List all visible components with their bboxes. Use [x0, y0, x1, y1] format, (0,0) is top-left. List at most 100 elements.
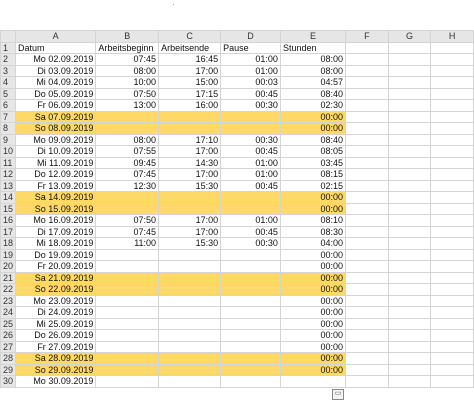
cell-arbeitsende[interactable] — [158, 306, 222, 319]
cell-empty[interactable] — [345, 294, 389, 307]
cell-arbeitsende[interactable] — [158, 248, 222, 261]
cell-empty[interactable] — [430, 202, 474, 215]
cell-datum[interactable]: Mi 04.09.2019 — [15, 76, 97, 89]
cell-empty[interactable] — [345, 191, 389, 204]
cell-arbeitsende[interactable]: 16:00 — [158, 99, 222, 112]
column-header-e[interactable]: E — [279, 30, 347, 43]
cell-empty[interactable] — [387, 122, 432, 135]
cell-pause[interactable]: 00:45 — [220, 179, 281, 192]
row-header[interactable]: 15 — [0, 202, 17, 215]
cell-empty[interactable] — [345, 133, 389, 146]
cell-datum[interactable]: Fr 27.09.2019 — [15, 340, 97, 353]
cell-empty[interactable] — [430, 122, 474, 135]
cell-pause[interactable] — [220, 202, 281, 215]
cell-stunden[interactable]: 00:00 — [279, 294, 347, 307]
cell-pause[interactable] — [220, 283, 281, 296]
paste-options-icon[interactable]: ▭ — [332, 389, 344, 400]
cell-pause[interactable] — [220, 248, 281, 261]
cell-empty[interactable] — [387, 248, 432, 261]
cell-pause-header[interactable]: Pause — [220, 41, 281, 54]
cell-stunden[interactable]: 00:00 — [279, 110, 347, 123]
cell-empty[interactable] — [387, 179, 432, 192]
column-header-f[interactable]: F — [345, 30, 389, 43]
cell-arbeitsbeginn[interactable]: 09:45 — [95, 156, 160, 169]
cell-arbeitsende[interactable]: 17:00 — [158, 168, 222, 181]
cell-arbeitsende[interactable]: 17:00 — [158, 64, 222, 77]
cell-pause[interactable] — [220, 375, 281, 388]
cell-arbeitsende[interactable]: 15:00 — [158, 76, 222, 89]
column-header-c[interactable]: C — [158, 30, 222, 43]
cell-arbeitsbeginn[interactable]: 07:45 — [95, 168, 160, 181]
cell-empty[interactable] — [430, 352, 474, 365]
cell-empty[interactable] — [430, 214, 474, 227]
cell-stunden[interactable]: 00:00 — [279, 283, 347, 296]
cell-empty[interactable] — [387, 64, 432, 77]
cell-stunden[interactable]: 00:00 — [279, 340, 347, 353]
cell-arbeitsende[interactable] — [158, 340, 222, 353]
cell-datum[interactable]: Do 19.09.2019 — [15, 248, 97, 261]
cell-empty[interactable] — [345, 225, 389, 238]
cell-stunden[interactable]: 08:15 — [279, 168, 347, 181]
cell-empty[interactable] — [345, 329, 389, 342]
cell-arbeitsende[interactable]: 14:30 — [158, 156, 222, 169]
cell-stunden-header[interactable]: Stunden — [279, 41, 347, 54]
cell-stunden[interactable]: 00:00 — [279, 363, 347, 376]
row-header[interactable]: 5 — [0, 87, 17, 100]
cell-empty[interactable] — [430, 271, 474, 284]
cell-empty[interactable] — [387, 214, 432, 227]
cell-empty[interactable] — [387, 375, 432, 388]
cell-arbeitsbeginn[interactable]: 07:50 — [95, 87, 160, 100]
row-header[interactable]: 23 — [0, 294, 17, 307]
row-header[interactable]: 6 — [0, 99, 17, 112]
cell-arbeitsende[interactable]: 17:00 — [158, 225, 222, 238]
cell-empty[interactable] — [387, 41, 432, 54]
column-header-g[interactable]: G — [387, 30, 432, 43]
cell-empty[interactable] — [430, 87, 474, 100]
cell-pause[interactable]: 00:45 — [220, 145, 281, 158]
cell-pause[interactable] — [220, 317, 281, 330]
cell-empty[interactable] — [345, 179, 389, 192]
row-header[interactable]: 24 — [0, 306, 17, 319]
cell-arbeitsbeginn[interactable]: 11:00 — [95, 237, 160, 250]
cell-pause[interactable] — [220, 271, 281, 284]
cell-arbeitsbeginn[interactable]: 12:30 — [95, 179, 160, 192]
cell-stunden[interactable]: 08:40 — [279, 87, 347, 100]
cell-empty[interactable] — [430, 41, 474, 54]
cell-datum[interactable]: So 15.09.2019 — [15, 202, 97, 215]
cell-pause[interactable]: 00:30 — [220, 99, 281, 112]
cell-empty[interactable] — [430, 340, 474, 353]
cell-arbeitsbeginn[interactable]: 07:50 — [95, 214, 160, 227]
cell-stunden[interactable]: 03:45 — [279, 156, 347, 169]
cell-empty[interactable] — [387, 271, 432, 284]
cell-datum[interactable]: Sa 21.09.2019 — [15, 271, 97, 284]
cell-arbeitsende[interactable] — [158, 191, 222, 204]
cell-empty[interactable] — [345, 352, 389, 365]
cell-empty[interactable] — [345, 64, 389, 77]
cell-datum[interactable]: Do 05.09.2019 — [15, 87, 97, 100]
cell-arbeitsbeginn[interactable]: 13:00 — [95, 99, 160, 112]
cell-arbeitsende[interactable] — [158, 283, 222, 296]
cell-arbeitsbeginn[interactable] — [95, 340, 160, 353]
cell-empty[interactable] — [430, 64, 474, 77]
cell-arbeitsende[interactable] — [158, 363, 222, 376]
cell-pause[interactable] — [220, 329, 281, 342]
cell-empty[interactable] — [387, 283, 432, 296]
cell-arbeitsbeginn[interactable]: 10:00 — [95, 76, 160, 89]
cell-arbeitsende[interactable]: 15:30 — [158, 179, 222, 192]
row-header[interactable]: 21 — [0, 271, 17, 284]
cell-arbeitsbeginn-header[interactable]: Arbeitsbeginn — [95, 41, 160, 54]
cell-datum[interactable]: Fr 13.09.2019 — [15, 179, 97, 192]
row-header[interactable]: 30 — [0, 375, 17, 388]
row-header[interactable]: 13 — [0, 179, 17, 192]
cell-arbeitsende[interactable] — [158, 352, 222, 365]
cell-empty[interactable] — [387, 156, 432, 169]
cell-empty[interactable] — [430, 248, 474, 261]
cell-arbeitsbeginn[interactable] — [95, 271, 160, 284]
column-header-d[interactable]: D — [220, 30, 281, 43]
cell-arbeitsende[interactable]: 17:15 — [158, 87, 222, 100]
cell-empty[interactable] — [430, 225, 474, 238]
row-header[interactable]: 8 — [0, 122, 17, 135]
cell-pause[interactable]: 01:00 — [220, 156, 281, 169]
cell-datum[interactable]: Di 17.09.2019 — [15, 225, 97, 238]
cell-arbeitsbeginn[interactable] — [95, 110, 160, 123]
